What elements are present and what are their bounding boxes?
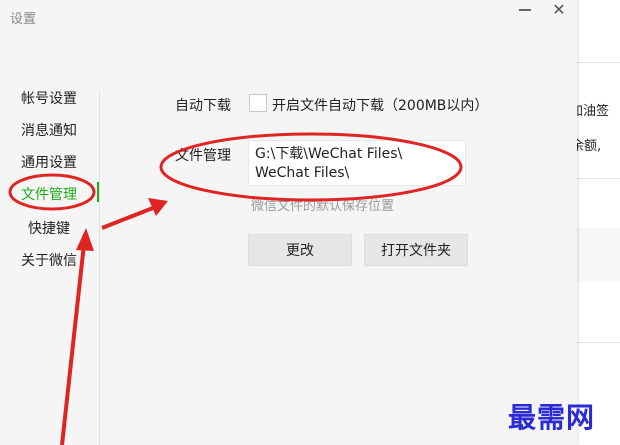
auto-download-label: 自动下载 [175,98,231,114]
close-icon: ✕ [552,0,566,19]
bg-divider [577,342,620,343]
sidebar-item-general[interactable]: 通用设置 [21,152,77,172]
settings-dialog: 设置 ✕ 帐号设置 消息通知 通用设置 文件管理 快捷键 关于微信 自动下载 开… [0,0,577,445]
minimize-button[interactable] [519,9,531,11]
sidebar-item-file-manage[interactable]: 文件管理 [21,184,77,204]
save-path-line2: WeChat Files\ [255,165,350,181]
bg-divider [577,178,620,179]
file-manage-label: 文件管理 [175,148,231,164]
background-window: 加油签 余额, [570,0,620,445]
save-path-field: G:\下载\WeChat Files\ WeChat Files\ [248,140,466,186]
save-path-hint: 微信文件的默认保存位置 [251,199,395,214]
sidebar-item-shortcuts[interactable]: 快捷键 [28,218,70,238]
sidebar-item-about[interactable]: 关于微信 [21,250,77,270]
bg-shade [577,228,620,282]
window-title: 设置 [10,12,37,27]
watermark-logo: 最需网 [508,401,596,434]
sidebar-item-account[interactable]: 帐号设置 [21,88,77,108]
open-folder-button[interactable]: 打开文件夹 [364,234,468,266]
sidebar-divider [99,90,100,445]
change-button[interactable]: 更改 [248,234,352,266]
close-button[interactable]: ✕ [550,1,568,19]
save-path-line1: G:\下载\WeChat Files\ [255,146,403,162]
auto-download-checkbox-label[interactable]: 开启文件自动下载（200MB以内） [272,95,488,115]
auto-download-checkbox[interactable] [249,94,267,112]
sidebar-item-notifications[interactable]: 消息通知 [21,120,77,140]
bg-divider [577,62,620,63]
